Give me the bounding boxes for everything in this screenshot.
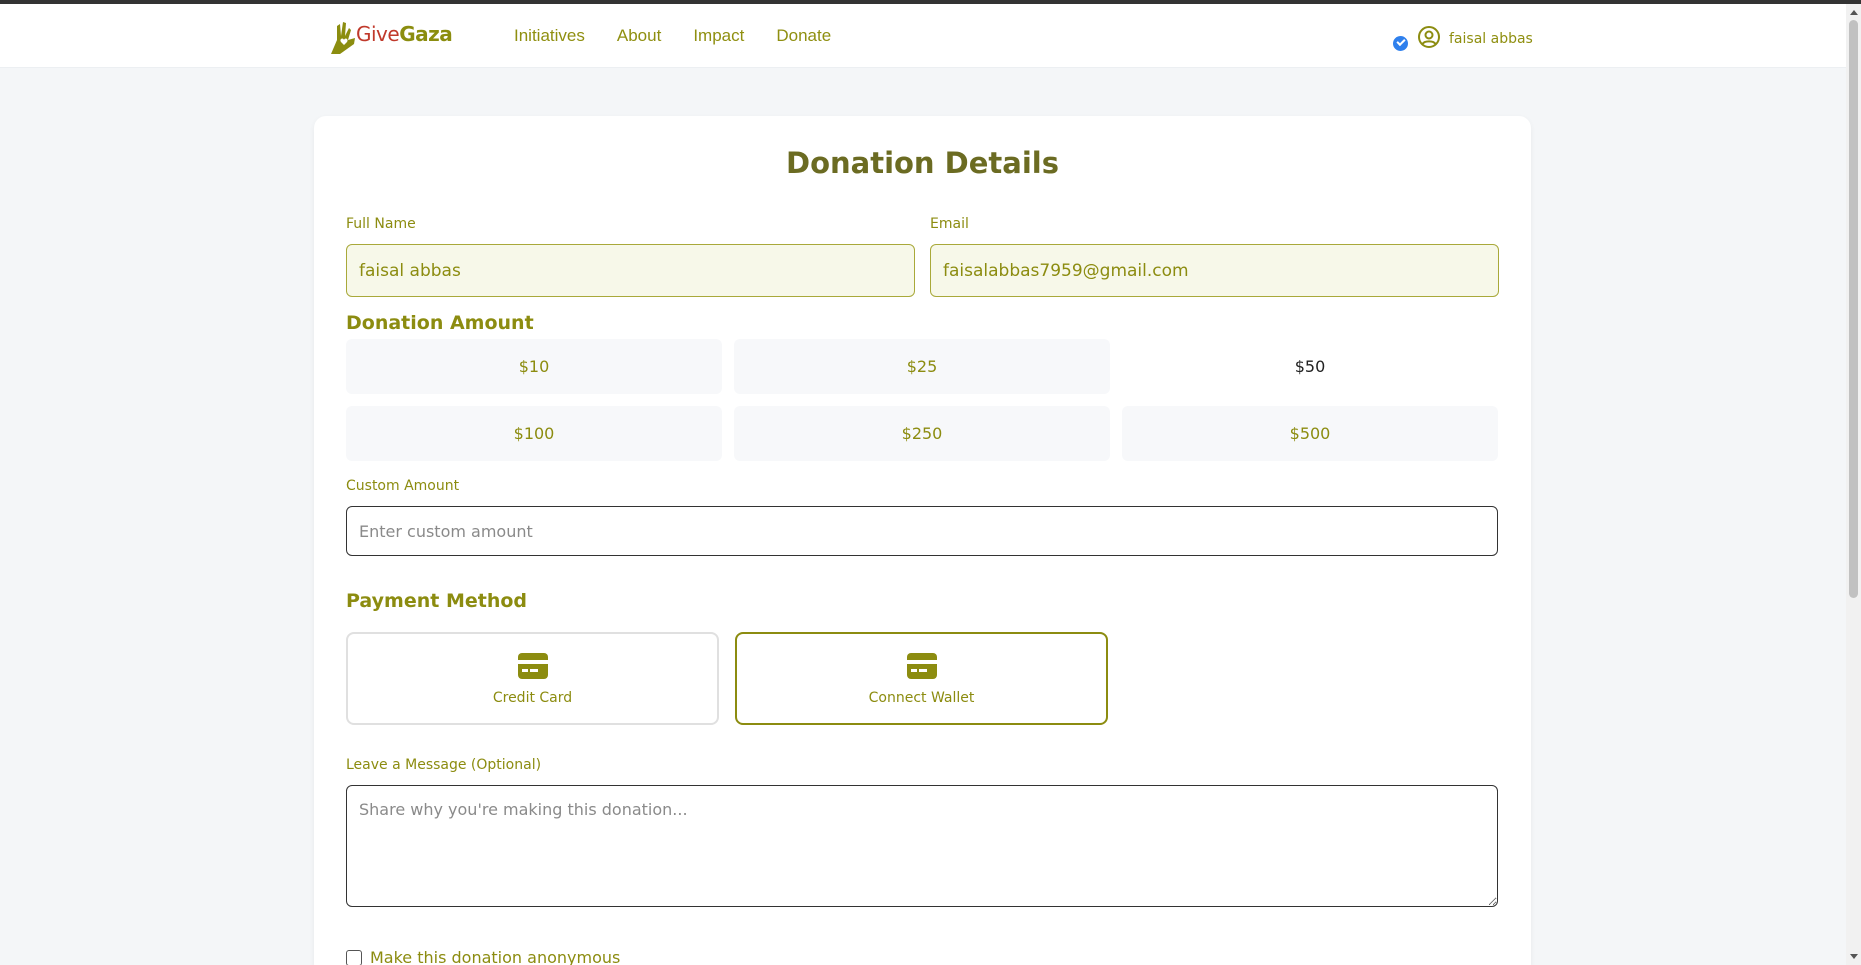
payment-connect-wallet-label: Connect Wallet bbox=[868, 690, 975, 706]
scroll-up-arrow-icon[interactable] bbox=[1850, 10, 1858, 15]
custom-amount-label: Custom Amount bbox=[346, 478, 460, 494]
message-label: Leave a Message (Optional) bbox=[346, 757, 542, 773]
full-name-label: Full Name bbox=[346, 216, 416, 232]
payment-method-title: Payment Method bbox=[346, 590, 528, 612]
amount-option-10[interactable]: $10 bbox=[346, 339, 722, 394]
amount-option-100[interactable]: $100 bbox=[346, 406, 722, 461]
full-name-input[interactable] bbox=[346, 244, 915, 297]
donation-amount-title: Donation Amount bbox=[346, 312, 534, 334]
credit-card-icon bbox=[518, 653, 548, 683]
nav-link-about[interactable]: About bbox=[617, 26, 661, 46]
brand-name-part1: Give bbox=[356, 22, 400, 46]
user-circle-icon bbox=[1417, 25, 1441, 53]
scrollbar-thumb[interactable] bbox=[1849, 20, 1858, 598]
user-menu[interactable]: faisal abbas bbox=[1393, 25, 1533, 53]
credit-card-icon bbox=[907, 653, 937, 683]
user-name: faisal abbas bbox=[1449, 31, 1533, 47]
hand-heart-icon bbox=[328, 20, 358, 60]
email-label: Email bbox=[930, 216, 969, 232]
email-input[interactable] bbox=[930, 244, 1499, 297]
amount-option-25[interactable]: $25 bbox=[734, 339, 1110, 394]
nav-link-initiatives[interactable]: Initiatives bbox=[514, 26, 585, 46]
brand-logo[interactable]: GiveGaza bbox=[328, 18, 464, 62]
scroll-down-arrow-icon[interactable] bbox=[1850, 954, 1858, 959]
anonymous-label: Make this donation anonymous bbox=[370, 948, 621, 965]
nav-links: Initiatives About Impact Donate bbox=[514, 26, 863, 46]
payment-credit-card-button[interactable]: Credit Card bbox=[346, 632, 719, 725]
donation-form-card: Donation Details Full Name Email Donatio… bbox=[314, 116, 1531, 965]
payment-credit-card-label: Credit Card bbox=[492, 690, 573, 706]
page-scrollbar[interactable] bbox=[1846, 4, 1861, 965]
anonymous-checkbox[interactable] bbox=[346, 949, 362, 965]
brand-name-part2: Gaza bbox=[399, 22, 453, 46]
top-navbar: GiveGaza Initiatives About Impact Donate… bbox=[0, 4, 1846, 68]
nav-link-donate[interactable]: Donate bbox=[776, 26, 831, 46]
amount-option-50[interactable]: $50 bbox=[1122, 339, 1498, 394]
custom-amount-input[interactable] bbox=[346, 506, 1498, 556]
check-badge-icon bbox=[1393, 35, 1408, 51]
page-title: Donation Details bbox=[786, 146, 1059, 180]
nav-link-impact[interactable]: Impact bbox=[693, 26, 744, 46]
amount-option-250[interactable]: $250 bbox=[734, 406, 1110, 461]
brand-name: GiveGaza bbox=[356, 22, 453, 46]
message-textarea[interactable] bbox=[346, 785, 1498, 907]
payment-connect-wallet-button[interactable]: Connect Wallet bbox=[735, 632, 1108, 725]
anonymous-option[interactable]: Make this donation anonymous bbox=[346, 948, 620, 965]
amount-option-500[interactable]: $500 bbox=[1122, 406, 1498, 461]
